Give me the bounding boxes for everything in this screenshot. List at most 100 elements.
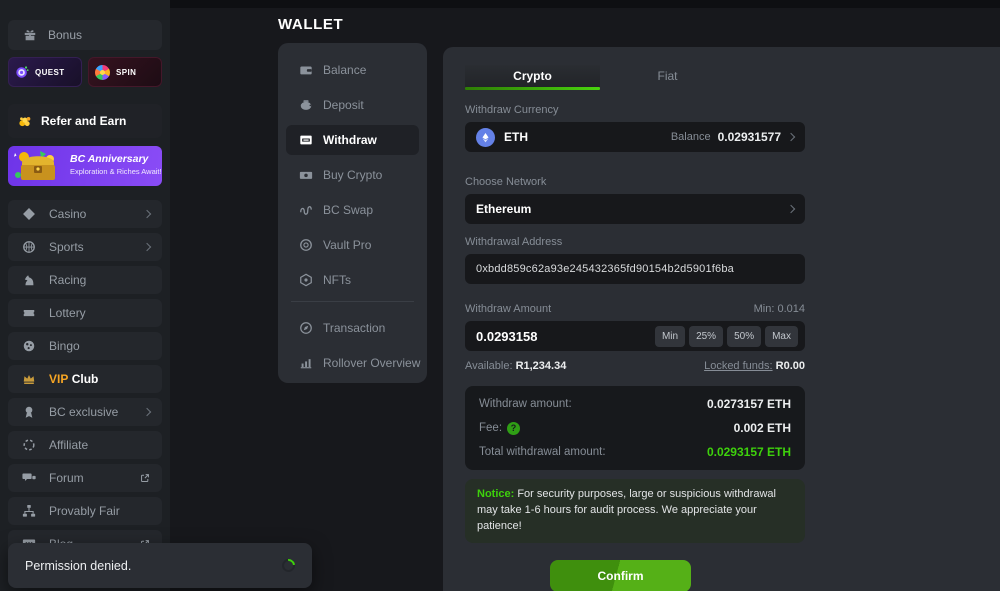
sidebar-menu: Casino Sports Racing Lottery Bingo VIP C… (8, 200, 162, 558)
half-button[interactable]: 50% (727, 326, 761, 347)
wallet-nav-bc-swap[interactable]: BC Swap (286, 195, 419, 225)
spin-label: SPIN (116, 68, 136, 77)
chevron-right-icon (143, 210, 151, 218)
sidebar-item-lottery[interactable]: Lottery (8, 299, 162, 327)
nav-divider (291, 301, 414, 302)
fee-label: Fee: (479, 422, 502, 434)
amount-input[interactable]: 0.0293158 Min 25% 50% Max (465, 321, 805, 351)
summary-row: Total withdrawal amount: 0.0293157 ETH (479, 440, 791, 464)
chat-bubbles-icon (22, 471, 36, 485)
sidebar-item-sports[interactable]: Sports (8, 233, 162, 261)
max-button[interactable]: Max (765, 326, 798, 347)
wallet-nav-withdraw[interactable]: Withdraw (286, 125, 419, 155)
withdraw-amount-summary-label: Withdraw amount: (479, 398, 572, 410)
sidebar-item-casino[interactable]: Casino (8, 200, 162, 228)
confirm-button[interactable]: Confirm (550, 560, 691, 591)
available-row: Available: R1,234.34 Locked funds: R0.00 (465, 360, 805, 372)
notice-text: For security purposes, large or suspicio… (477, 488, 776, 532)
chevron-right-icon (143, 243, 151, 251)
network-selector[interactable]: Ethereum (465, 194, 805, 224)
withdrawal-address-label: Withdrawal Address (465, 236, 805, 248)
sidebar-item-forum[interactable]: Forum (8, 464, 162, 492)
tab-bar: Crypto Fiat (465, 65, 805, 90)
fee-help-icon[interactable] (507, 422, 520, 435)
chevron-right-icon (787, 133, 795, 141)
withdraw-amount-summary-value: 0.0273157 ETH (707, 397, 791, 411)
sidebar-item-bingo[interactable]: Bingo (8, 332, 162, 360)
casino-icon (22, 207, 36, 221)
piggy-bank-icon (299, 98, 313, 112)
gift-icon (23, 28, 37, 42)
sidebar-item-provably-fair[interactable]: Provably Fair (8, 497, 162, 525)
total-withdrawal-value: 0.0293157 ETH (707, 445, 791, 459)
bonus-button[interactable]: Bonus (8, 20, 162, 50)
banner-subtitle: Exploration & Riches Await! (70, 167, 158, 176)
wallet-nav-transaction[interactable]: Transaction (286, 313, 419, 343)
quarter-button[interactable]: 25% (689, 326, 723, 347)
permission-denied-toast: Permission denied. (8, 543, 312, 588)
wallet-nav-nfts[interactable]: NFTs (286, 265, 419, 295)
wallet-nav-rollover-overview[interactable]: Rollover Overview (286, 348, 419, 378)
chevron-right-icon (787, 205, 795, 213)
wallet-nav-deposit[interactable]: Deposit (286, 90, 419, 120)
summary-row: Withdraw amount: 0.0273157 ETH (479, 392, 791, 416)
withdraw-panel: Crypto Fiat Withdraw Currency ETH Balanc… (443, 47, 1000, 591)
refer-and-earn-button[interactable]: Refer and Earn (8, 104, 162, 138)
fee-value: 0.002 ETH (734, 421, 791, 435)
horse-icon (22, 273, 36, 287)
refer-label: Refer and Earn (41, 114, 126, 128)
tab-fiat[interactable]: Fiat (600, 65, 735, 90)
quest-button[interactable]: QUEST (8, 57, 82, 87)
total-withdrawal-label: Total withdrawal amount: (479, 446, 606, 458)
quest-spin-row: QUEST SPIN (8, 57, 162, 87)
summary-box: Withdraw amount: 0.0273157 ETH Fee: 0.00… (465, 386, 805, 470)
crown-icon (22, 372, 36, 386)
bonus-label: Bonus (48, 28, 82, 42)
anniversary-banner[interactable]: BC Anniversary Exploration & Riches Awai… (8, 146, 162, 186)
quest-label: QUEST (35, 68, 65, 77)
summary-row: Fee: 0.002 ETH (479, 416, 791, 440)
compass-icon (299, 321, 313, 335)
bar-chart-icon (299, 356, 313, 370)
min-hint: Min: 0.014 (754, 303, 805, 315)
vip-rest: Club (72, 372, 99, 386)
external-link-icon (140, 473, 150, 483)
currency-selector[interactable]: ETH Balance 0.02931577 (465, 122, 805, 152)
address-value: 0xbdd859c62a93e245432365fd90154b2d5901f6… (476, 263, 734, 275)
spin-button[interactable]: SPIN (88, 57, 162, 87)
network-nodes-icon (22, 504, 36, 518)
vip-accent: VIP (49, 372, 68, 386)
tab-crypto[interactable]: Crypto (465, 65, 600, 90)
withdraw-safe-icon (299, 133, 313, 147)
sidebar-item-racing[interactable]: Racing (8, 266, 162, 294)
hexagon-icon (299, 273, 313, 287)
sidebar-item-bc-exclusive[interactable]: BC exclusive (8, 398, 162, 426)
sidebar-item-affiliate[interactable]: Affiliate (8, 431, 162, 459)
withdraw-amount-label: Withdraw Amount (465, 303, 551, 315)
banner-title: BC Anniversary (70, 153, 158, 165)
basketball-icon (22, 240, 36, 254)
amount-header: Withdraw Amount Min: 0.014 (465, 303, 805, 315)
dashed-circle-icon (22, 438, 36, 452)
address-input[interactable]: 0xbdd859c62a93e245432365fd90154b2d5901f6… (465, 254, 805, 284)
available-label: Available: (465, 360, 513, 372)
loading-spinner-icon (279, 556, 297, 574)
sidebar-item-vip-club[interactable]: VIP Club (8, 365, 162, 393)
swap-squiggle-icon (299, 203, 313, 217)
treasure-chest-icon (10, 147, 66, 185)
top-strip (170, 0, 1000, 8)
wallet-nav-balance[interactable]: Balance (286, 55, 419, 85)
sidebar: Bonus QUEST SPIN Refer and Earn BC Anniv… (0, 0, 170, 591)
min-button[interactable]: Min (655, 326, 685, 347)
available-value: R1,234.34 (516, 360, 567, 372)
wallet-icon (299, 63, 313, 77)
locked-funds-link[interactable]: Locked funds: (704, 360, 773, 372)
quest-target-icon (15, 65, 29, 79)
wallet-nav-vault-pro[interactable]: Vault Pro (286, 230, 419, 260)
currency-code: ETH (504, 130, 528, 144)
notice-box: Notice: For security purposes, large or … (465, 479, 805, 543)
banknote-icon (299, 168, 313, 182)
wallet-nav-buy-crypto[interactable]: Buy Crypto (286, 160, 419, 190)
toast-message: Permission denied. (25, 559, 131, 573)
vault-dial-icon (299, 238, 313, 252)
